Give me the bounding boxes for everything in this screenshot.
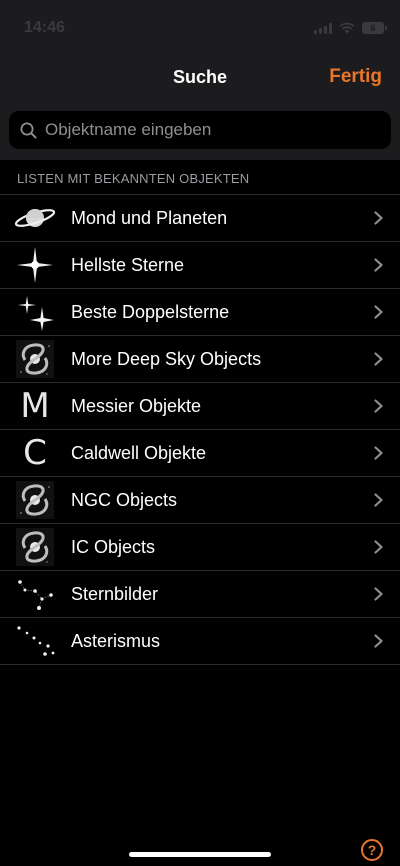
list-item-label: Asterismus xyxy=(71,631,161,651)
bright-star-icon xyxy=(13,246,57,284)
caldwell-glyph: C xyxy=(23,433,47,473)
messier-letter-icon: M xyxy=(13,387,57,425)
section-header: LISTEN MIT BEKANNTEN OBJEKTEN xyxy=(17,171,250,186)
list-item-label: Hellste Sterne xyxy=(71,255,185,275)
chevron-right-icon xyxy=(374,211,383,230)
saturn-icon xyxy=(13,199,57,237)
list-item-label: Sternbilder xyxy=(71,584,159,604)
object-list: Mond und Planeten Hellste Sterne Beste D… xyxy=(0,194,400,665)
constellation-icon xyxy=(13,575,57,613)
list-item-mond-und-planeten[interactable]: Mond und Planeten xyxy=(0,195,400,242)
chevron-right-icon xyxy=(374,446,383,465)
chevron-right-icon xyxy=(374,634,383,653)
list-item-label: Messier Objekte xyxy=(71,396,202,416)
list-item-label: More Deep Sky Objects xyxy=(71,349,262,369)
screen: 14:46 6 Suche Fertig Objektname eingeben… xyxy=(0,0,400,866)
battery-icon: 6 xyxy=(362,22,387,34)
list-item-caldwell-objekte[interactable]: C Caldwell Objekte xyxy=(0,430,400,477)
help-button[interactable]: ? xyxy=(361,839,383,861)
list-item-ic-objects[interactable]: IC Objects xyxy=(0,524,400,571)
status-icons: 6 xyxy=(314,22,387,34)
galaxy-icon xyxy=(13,528,57,566)
chevron-right-icon xyxy=(374,305,383,324)
list-item-hellste-sterne[interactable]: Hellste Sterne xyxy=(0,242,400,289)
wifi-icon xyxy=(339,22,355,34)
list-item-label: IC Objects xyxy=(71,537,156,557)
status-time: 14:46 xyxy=(24,19,65,36)
chevron-right-icon xyxy=(374,399,383,418)
cellular-signal-icon xyxy=(314,22,332,34)
list-item-label: Beste Doppelsterne xyxy=(71,302,230,322)
list-item-ngc-objects[interactable]: NGC Objects xyxy=(0,477,400,524)
done-button[interactable]: Fertig xyxy=(329,66,382,88)
list-item-beste-doppelsterne[interactable]: Beste Doppelsterne xyxy=(0,289,400,336)
search-bar[interactable] xyxy=(9,111,391,149)
battery-level: 6 xyxy=(370,23,376,33)
galaxy-icon xyxy=(13,340,57,378)
list-item-label: Mond und Planeten xyxy=(71,208,228,228)
asterism-icon xyxy=(13,622,57,660)
status-bar: 14:46 6 xyxy=(0,0,400,60)
home-indicator xyxy=(129,852,271,857)
double-star-icon xyxy=(13,293,57,331)
search-icon xyxy=(19,121,37,139)
list-item-messier-objekte[interactable]: M Messier Objekte xyxy=(0,383,400,430)
search-input[interactable] xyxy=(43,119,391,141)
list-item-more-deep-sky-objects[interactable]: More Deep Sky Objects xyxy=(0,336,400,383)
chevron-right-icon xyxy=(374,493,383,512)
chevron-right-icon xyxy=(374,352,383,371)
list-item-asterismus[interactable]: Asterismus xyxy=(0,618,400,665)
chevron-right-icon xyxy=(374,540,383,559)
list-item-sternbilder[interactable]: Sternbilder xyxy=(0,571,400,618)
list-item-label: Caldwell Objekte xyxy=(71,443,207,463)
galaxy-icon xyxy=(13,481,57,519)
messier-glyph: M xyxy=(20,386,50,426)
caldwell-letter-icon: C xyxy=(13,434,57,472)
chevron-right-icon xyxy=(374,258,383,277)
navigation-bar: Suche Fertig xyxy=(0,60,400,160)
chevron-right-icon xyxy=(374,587,383,606)
list-item-label: NGC Objects xyxy=(71,490,178,510)
